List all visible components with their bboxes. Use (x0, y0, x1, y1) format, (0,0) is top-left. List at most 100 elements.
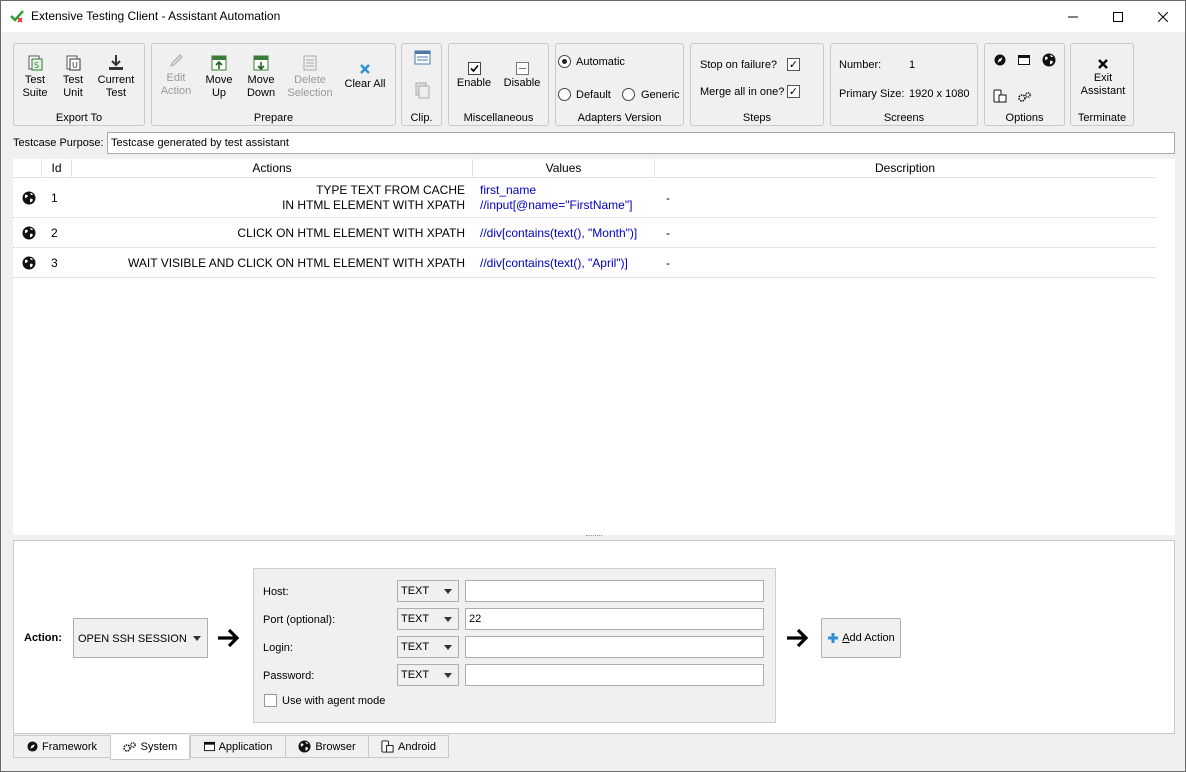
add-action-label: Add Action (842, 632, 895, 644)
disable-button[interactable]: Disable (501, 62, 543, 90)
export-test-unit-button[interactable]: U Test Unit (58, 54, 88, 100)
copy-icon[interactable] (414, 49, 431, 66)
test-unit-icon: U (66, 55, 81, 71)
chevron-down-icon (444, 589, 452, 594)
checkbox-checked-icon (467, 62, 481, 75)
phone-icon[interactable] (993, 89, 1007, 103)
tab-framework[interactable]: Framework (13, 735, 111, 758)
port-input[interactable]: 22 (465, 608, 764, 630)
splitter-handle[interactable] (586, 535, 602, 537)
edit-action-button[interactable]: Edit Action (158, 52, 194, 98)
generic-radio[interactable] (622, 88, 635, 101)
disable-label: Disable (503, 77, 541, 89)
header-values[interactable]: Values (473, 159, 655, 178)
add-action-button[interactable]: Add Action (821, 618, 901, 658)
host-label: Host: (263, 586, 289, 598)
move-down-label: Move Down (246, 74, 276, 99)
row-values: //div[contains(text(), "Month")] (480, 226, 638, 240)
move-up-button[interactable]: Move Up (202, 54, 236, 100)
header-actions[interactable]: Actions (72, 159, 473, 178)
steps-table: Id Actions Values Description 1 TYPE TEX… (13, 159, 1175, 535)
steps-group: Stop on failure? ✓ Merge all in one? ✓ S… (690, 43, 824, 126)
tab-application-label: Application (218, 740, 273, 753)
chevron-down-icon (444, 673, 452, 678)
automatic-label: Automatic (576, 56, 625, 68)
checkbox-indeterminate-icon (515, 62, 529, 75)
login-label: Login: (263, 642, 293, 654)
merge-all-checkbox[interactable]: ✓ (787, 85, 800, 98)
test-suite-label: Test Suite (22, 74, 48, 99)
prepare-group: Edit Action Move Up Move Down Delete Sel… (151, 43, 396, 126)
row-id: 1 (51, 191, 58, 205)
clear-all-label: Clear All (344, 78, 386, 90)
export-test-suite-button[interactable]: S Test Suite (20, 54, 50, 100)
table-row[interactable]: 3 WAIT VISIBLE AND CLICK ON HTML ELEMENT… (13, 249, 1155, 278)
header-description[interactable]: Description (655, 159, 1155, 178)
window-icon[interactable] (1018, 54, 1030, 66)
stop-on-failure-checkbox[interactable]: ✓ (787, 58, 800, 71)
maximize-button[interactable] (1095, 1, 1141, 32)
login-input[interactable] (465, 636, 764, 658)
purpose-input[interactable]: Testcase generated by test assistant (107, 132, 1175, 154)
generic-label: Generic (641, 89, 680, 101)
default-radio[interactable] (558, 88, 571, 101)
move-up-icon (211, 55, 227, 71)
chevron-down-icon (444, 645, 452, 650)
clear-x-icon (360, 64, 370, 74)
tab-system[interactable]: System (110, 735, 190, 760)
phone-icon (381, 740, 394, 753)
minimize-button[interactable] (1050, 1, 1096, 32)
app-logo-icon (10, 10, 24, 23)
tab-browser[interactable]: Browser (285, 735, 369, 758)
port-type-select[interactable]: TEXT (397, 608, 459, 630)
tab-android-label: Android (398, 740, 436, 753)
misc-group-label: Miscellaneous (463, 112, 534, 124)
delete-selection-label: Delete Selection (287, 74, 333, 99)
delete-selection-icon (303, 55, 317, 71)
move-up-label: Move Up (205, 74, 233, 99)
paste-icon[interactable] (414, 82, 431, 99)
close-button[interactable] (1140, 1, 1186, 32)
compass-icon[interactable] (994, 54, 1006, 66)
agent-mode-checkbox[interactable] (264, 694, 277, 707)
export-current-test-button[interactable]: Current Test (94, 54, 138, 100)
title-bar: Extensive Testing Client - Assistant Aut… (1, 1, 1185, 32)
globe-icon (22, 191, 36, 205)
tab-application[interactable]: Application (190, 735, 286, 758)
host-type-select[interactable]: TEXT (397, 580, 459, 602)
clip-group-label: Clip. (410, 112, 433, 124)
table-header: Id Actions Values Description (13, 159, 1155, 178)
screen-number-value: 1 (909, 59, 916, 71)
table-row[interactable]: 2 CLICK ON HTML ELEMENT WITH XPATH //div… (13, 219, 1155, 248)
minimize-icon (1068, 16, 1078, 17)
password-input[interactable] (465, 664, 764, 686)
row-id: 3 (51, 256, 58, 270)
login-type-select[interactable]: TEXT (397, 636, 459, 658)
action-select[interactable]: OPEN SSH SESSION (73, 618, 208, 658)
host-input[interactable] (465, 580, 764, 602)
automatic-radio[interactable] (558, 55, 571, 68)
chevron-down-icon (444, 617, 452, 622)
options-group-label: Options (1005, 112, 1044, 124)
table-row[interactable]: 1 TYPE TEXT FROM CACHE IN HTML ELEMENT W… (13, 179, 1155, 218)
password-type-select[interactable]: TEXT (397, 664, 459, 686)
gears-icon[interactable] (1018, 91, 1032, 103)
exit-x-icon (1098, 59, 1108, 69)
tab-system-label: System (140, 741, 178, 753)
export-group: S Test Suite U Test Unit Current Test Ex… (13, 43, 145, 126)
edit-action-label: Edit Action (160, 72, 192, 97)
action-label: Action: (24, 632, 62, 644)
header-id[interactable]: Id (42, 159, 72, 178)
screen-number-label: Number: (839, 59, 882, 71)
globe-icon[interactable] (1042, 53, 1056, 67)
tab-framework-label: Framework (41, 740, 97, 753)
password-label: Password: (263, 670, 315, 682)
delete-selection-button[interactable]: Delete Selection (286, 54, 334, 100)
exit-assistant-button[interactable]: Exit Assistant (1077, 58, 1129, 98)
login-type-value: TEXT (401, 641, 430, 653)
move-down-button[interactable]: Move Down (244, 54, 278, 100)
enable-button[interactable]: Enable (455, 62, 493, 90)
clear-all-button[interactable]: Clear All (342, 62, 388, 91)
chevron-down-icon (193, 636, 201, 641)
tab-android[interactable]: Android (368, 735, 449, 758)
